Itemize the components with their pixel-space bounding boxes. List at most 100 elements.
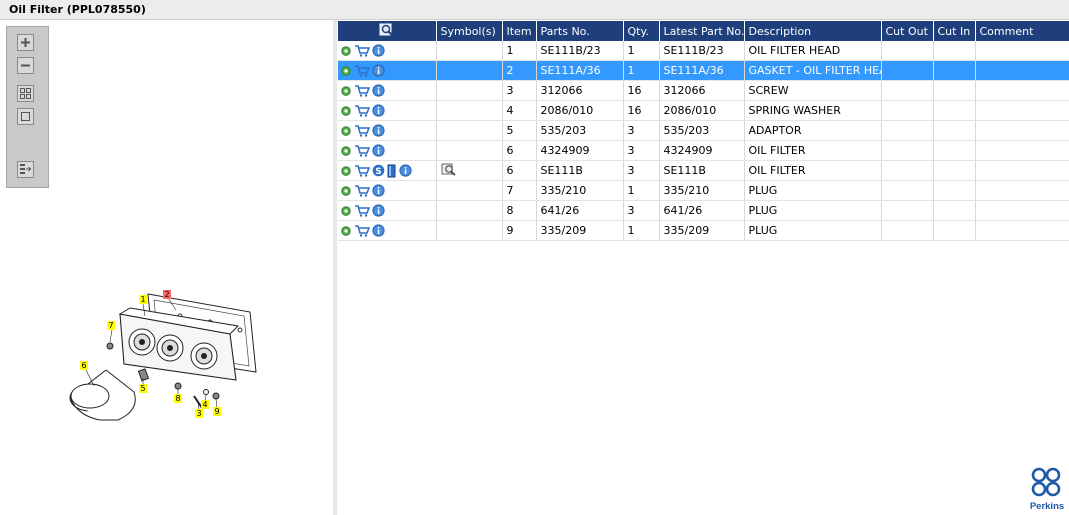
table-row[interactable]: 8 641/26 3 641/26 PLUG <box>338 200 1069 221</box>
cart-icon[interactable] <box>354 124 370 137</box>
gear-icon[interactable] <box>340 185 352 197</box>
cart-icon[interactable] <box>354 164 370 177</box>
adaptor-part <box>137 368 150 382</box>
pane-splitter[interactable] <box>333 20 337 515</box>
info-icon[interactable] <box>372 44 385 57</box>
cell-item: 1 <box>502 41 537 61</box>
cart-icon[interactable] <box>354 204 370 217</box>
cell-latest-part-no: 335/209 <box>659 220 745 241</box>
column-header-cut-out[interactable]: Cut Out <box>881 21 934 41</box>
gear-icon[interactable] <box>340 85 352 97</box>
table-row[interactable]: 4 2086/010 16 2086/010 SPRING WASHER <box>338 100 1069 121</box>
callout-7[interactable]: 7 <box>108 321 113 330</box>
callout-6[interactable]: 6 <box>81 361 86 370</box>
fit-page-icon <box>21 112 30 121</box>
fit-page-button[interactable] <box>17 108 34 125</box>
callout-2[interactable]: 2 <box>164 290 169 299</box>
cell-cut-in <box>933 120 976 141</box>
gear-icon[interactable] <box>340 65 352 77</box>
gear-icon[interactable] <box>340 145 352 157</box>
cell-comment <box>975 200 1069 221</box>
gear-icon[interactable] <box>340 225 352 237</box>
info-icon[interactable] <box>372 184 385 197</box>
info-icon[interactable] <box>372 104 385 117</box>
cell-comment <box>975 41 1069 61</box>
cell-qty: 1 <box>623 220 660 241</box>
cart-icon[interactable] <box>354 84 370 97</box>
row-actions <box>338 140 437 161</box>
callout-5[interactable]: 5 <box>140 384 145 393</box>
zoom-out-icon <box>21 64 30 67</box>
service-icon[interactable]: S <box>372 164 385 177</box>
cell-comment <box>975 80 1069 101</box>
table-row[interactable]: 1 SE111B/23 1 SE111B/23 OIL FILTER HEAD <box>338 41 1069 61</box>
row-actions <box>338 41 437 61</box>
view-diagram-icon[interactable] <box>441 163 457 176</box>
manual-icon[interactable] <box>387 164 397 178</box>
column-header-qty[interactable]: Qty. <box>623 21 660 41</box>
cell-parts-no: 2086/010 <box>536 100 624 121</box>
gear-icon[interactable] <box>340 45 352 57</box>
cart-icon[interactable] <box>354 144 370 157</box>
column-header-latest-part-no[interactable]: Latest Part No. <box>659 21 745 41</box>
column-header-tools[interactable] <box>338 21 437 41</box>
info-icon[interactable] <box>372 84 385 97</box>
gear-icon[interactable] <box>340 165 352 177</box>
gear-icon[interactable] <box>340 105 352 117</box>
brand-name: Perkins <box>1030 501 1064 512</box>
cell-latest-part-no: 335/210 <box>659 180 745 201</box>
info-icon[interactable] <box>372 144 385 157</box>
callout-8[interactable]: 8 <box>175 394 180 403</box>
callout-4[interactable]: 4 <box>202 400 207 409</box>
cart-icon[interactable] <box>354 184 370 197</box>
column-header-item[interactable]: Item <box>502 21 537 41</box>
cell-description: GASKET - OIL FILTER HEAD <box>744 60 882 81</box>
cart-icon[interactable] <box>354 104 370 117</box>
table-row[interactable]: 3 312066 16 312066 SCREW <box>338 80 1069 101</box>
info-icon[interactable] <box>399 164 412 177</box>
cart-icon[interactable] <box>354 44 370 57</box>
cell-cut-out <box>881 60 934 81</box>
cell-symbols <box>436 41 503 61</box>
cell-qty: 3 <box>623 200 660 221</box>
callout-1[interactable]: 1 <box>140 295 145 304</box>
table-row[interactable]: 6 4324909 3 4324909 OIL FILTER <box>338 140 1069 161</box>
column-header-comment[interactable]: Comment <box>975 21 1069 41</box>
cell-description: PLUG <box>744 220 882 241</box>
exploded-parts-diagram[interactable]: 1 2 7 6 5 8 4 3 9 <box>60 268 280 428</box>
table-row[interactable]: 2 SE111A/36 1 SE111A/36 GASKET - OIL FILTER … <box>338 60 1069 81</box>
callout-9[interactable]: 9 <box>214 407 219 416</box>
info-icon[interactable] <box>372 224 385 237</box>
cell-cut-in <box>933 200 976 221</box>
cell-item: 5 <box>502 120 537 141</box>
column-header-parts-no[interactable]: Parts No. <box>536 21 624 41</box>
table-row[interactable]: 7 335/210 1 335/210 PLUG <box>338 180 1069 201</box>
fit-all-button[interactable] <box>17 85 34 102</box>
panel-toggle-button[interactable] <box>17 161 34 178</box>
column-header-cut-in[interactable]: Cut In <box>933 21 976 41</box>
table-row[interactable]: S 6 SE111B 3 SE111B OIL FILTER <box>338 160 1069 181</box>
cell-item: 6 <box>502 140 537 161</box>
callout-3[interactable]: 3 <box>196 409 201 418</box>
table-row[interactable]: 9 335/209 1 335/209 PLUG <box>338 220 1069 241</box>
cell-qty: 3 <box>623 140 660 161</box>
info-icon[interactable] <box>372 64 385 77</box>
zoom-in-icon <box>21 38 30 47</box>
fit-all-icon <box>20 88 31 99</box>
cart-icon[interactable] <box>354 224 370 237</box>
gear-icon[interactable] <box>340 125 352 137</box>
column-header-description[interactable]: Description <box>744 21 882 41</box>
cell-latest-part-no: 2086/010 <box>659 100 745 121</box>
zoom-in-button[interactable] <box>17 34 34 51</box>
gear-icon[interactable] <box>340 205 352 217</box>
table-row[interactable]: 5 535/203 3 535/203 ADAPTOR <box>338 120 1069 141</box>
info-icon[interactable] <box>372 204 385 217</box>
cell-item: 3 <box>502 80 537 101</box>
title-bar: Oil Filter (PPL078550) <box>0 0 1069 20</box>
column-header-symbols[interactable]: Symbol(s) <box>436 21 503 41</box>
cell-latest-part-no: 535/203 <box>659 120 745 141</box>
cart-icon[interactable] <box>354 64 370 77</box>
cell-latest-part-no: SE111B/23 <box>659 41 745 61</box>
zoom-out-button[interactable] <box>17 57 34 74</box>
info-icon[interactable] <box>372 124 385 137</box>
